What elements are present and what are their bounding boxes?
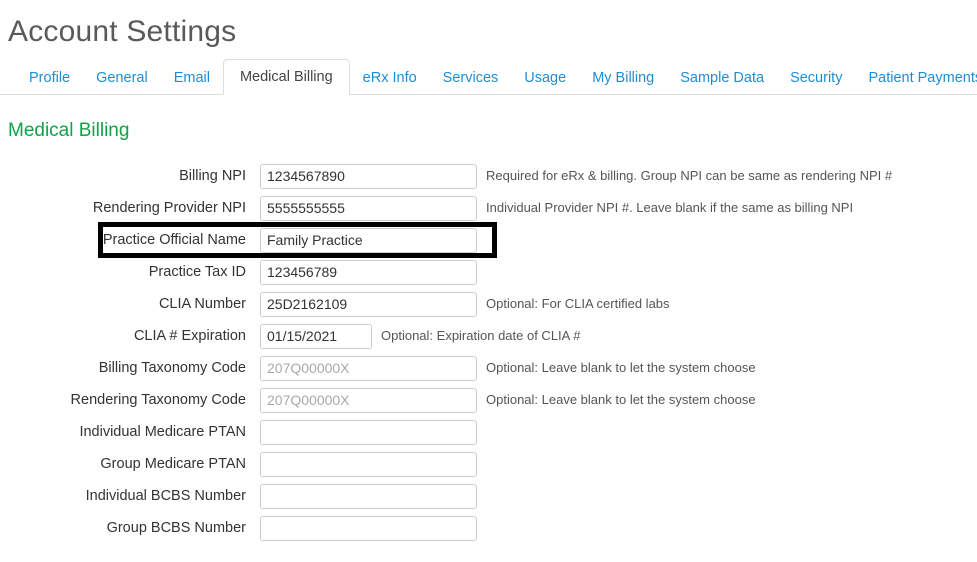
form-row: Practice Tax ID	[0, 256, 977, 288]
form-row: Group BCBS Number	[0, 512, 977, 544]
form-row: Rendering Provider NPI Individual Provide…	[0, 192, 977, 224]
field-label: CLIA # Expiration	[133, 328, 246, 344]
form-row: Practice Official Name	[0, 222, 977, 258]
input-rendering-taxonomy-code[interactable]	[260, 387, 477, 413]
form-row: Billing Taxonomy Code Optional: Leave bla…	[0, 352, 977, 384]
input-group-medicare-ptan[interactable]	[260, 451, 477, 477]
field-label: Practice Tax ID	[148, 264, 246, 280]
section-heading: Medical Billing	[8, 120, 130, 141]
tab-email[interactable]: Email	[161, 61, 223, 95]
field-label: Practice Official Name	[102, 232, 246, 248]
form-row: Rendering Taxonomy Code Optional: Leave b…	[0, 384, 977, 416]
input-individual-bcbs-number[interactable]	[260, 483, 477, 509]
input-rendering-provider-npi[interactable]	[260, 195, 477, 221]
tab-usage[interactable]: Usage	[511, 61, 579, 95]
tab-profile[interactable]: Profile	[16, 61, 83, 95]
input-clia-number[interactable]	[260, 291, 477, 317]
input-billing-npi[interactable]	[260, 163, 477, 189]
field-hint: Optional: Expiration date of CLIA #	[381, 328, 581, 343]
field-hint: Individual Provider NPI #. Leave blank i…	[486, 200, 854, 215]
input-practice-tax-id[interactable]	[260, 259, 477, 285]
tab-security[interactable]: Security	[777, 61, 855, 95]
input-clia-expiration[interactable]	[260, 323, 372, 349]
input-group-bcbs-number[interactable]	[260, 515, 477, 541]
medical-billing-form: Billing NPI Required for eRx & billing. G…	[0, 160, 977, 544]
field-label: CLIA Number	[158, 296, 246, 312]
input-individual-medicare-ptan[interactable]	[260, 419, 477, 445]
field-hint: Optional: For CLIA certified labs	[486, 296, 670, 311]
form-row: Individual BCBS Number	[0, 480, 977, 512]
form-row: Billing NPI Required for eRx & billing. G…	[0, 160, 977, 192]
field-label: Billing Taxonomy Code	[98, 360, 246, 376]
form-row: Individual Medicare PTAN	[0, 416, 977, 448]
tab-medical-billing[interactable]: Medical Billing	[222, 59, 350, 95]
field-label: Rendering Provider NPI	[92, 200, 246, 216]
form-row: Group Medicare PTAN	[0, 448, 977, 480]
tab-services[interactable]: Services	[430, 61, 512, 95]
settings-tabs: Profile General Email Medical Billing eRx In…	[0, 59, 977, 95]
tab-general[interactable]: General	[83, 61, 161, 95]
field-label: Group BCBS Number	[106, 520, 246, 536]
field-label: Billing NPI	[179, 168, 246, 184]
form-row: CLIA Number Optional: For CLIA certified …	[0, 288, 977, 320]
field-label: Rendering Taxonomy Code	[70, 392, 246, 408]
input-practice-official-name[interactable]	[260, 227, 477, 253]
field-hint: Required for eRx & billing. Group NPI ca…	[486, 168, 893, 183]
page-title: Account Settings	[8, 15, 237, 48]
input-billing-taxonomy-code[interactable]	[260, 355, 477, 381]
tab-my-billing[interactable]: My Billing	[579, 61, 667, 95]
field-label: Individual BCBS Number	[85, 488, 246, 504]
field-hint: Optional: Leave blank to let the system …	[486, 360, 756, 375]
tab-patient-payments[interactable]: Patient Payments	[855, 61, 977, 95]
form-row: CLIA # Expiration Optional: Expiration da…	[0, 320, 977, 352]
field-label: Individual Medicare PTAN	[79, 424, 246, 440]
tab-erx-info[interactable]: eRx Info	[350, 61, 430, 95]
field-label: Group Medicare PTAN	[100, 456, 246, 472]
tab-sample-data[interactable]: Sample Data	[667, 61, 777, 95]
field-hint: Optional: Leave blank to let the system …	[486, 392, 756, 407]
